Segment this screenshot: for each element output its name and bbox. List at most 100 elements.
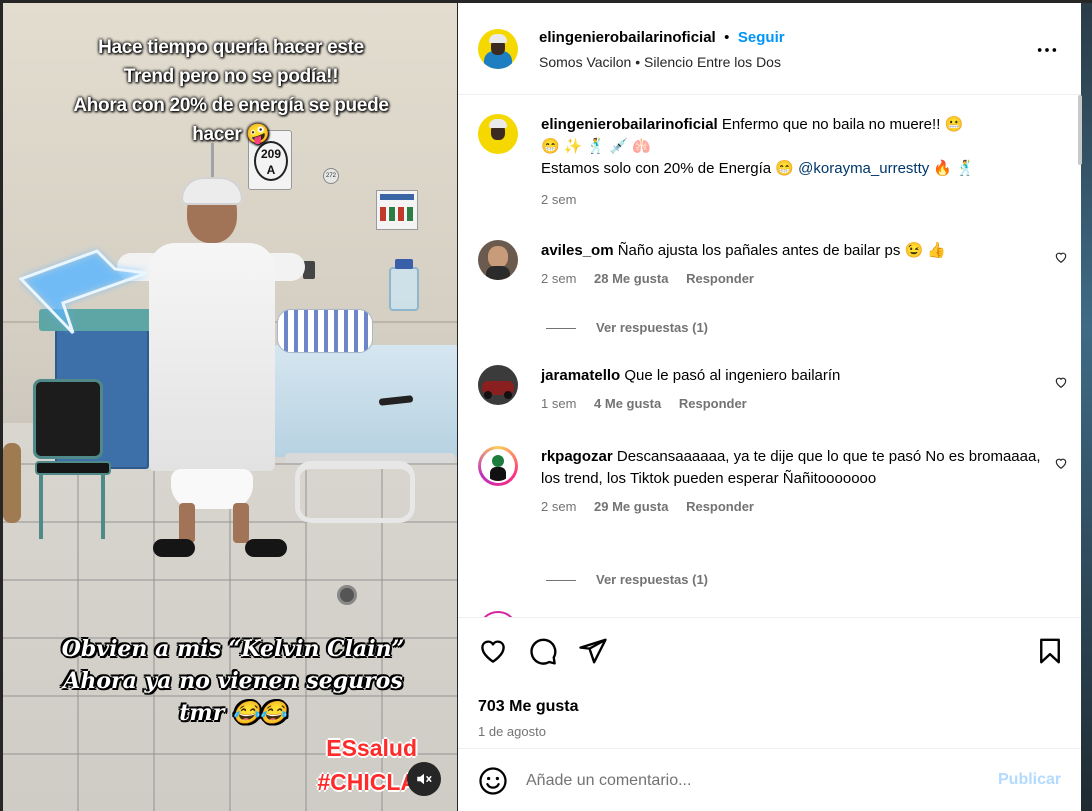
comment-icon[interactable]: [528, 636, 558, 666]
tag-line: #CHICLA: [317, 769, 417, 795]
bed-wheel: [337, 585, 357, 605]
avatar-shirt: [486, 266, 510, 280]
caption-line: Ahora ya no vienen seguros: [63, 668, 403, 694]
comment-username[interactable]: aviles_om: [541, 242, 614, 259]
share-icon[interactable]: [578, 636, 608, 666]
post-details-panel: elingenierobailarinoficial • Seguir Somo…: [458, 3, 1081, 811]
caption-line-3-prefix: Estamos solo con 20% de Energía 😁: [541, 160, 799, 177]
comments-list[interactable]: elingenierobailarinoficial Enfermo que n…: [458, 96, 1081, 617]
caption-username[interactable]: elingenierobailarinoficial: [541, 116, 718, 133]
person-leg: [233, 503, 249, 543]
reply-button[interactable]: Responder: [686, 499, 754, 514]
person-slipper: [153, 539, 195, 557]
comment-body: jaramatello Que le pasó al ingeniero bai…: [541, 365, 1041, 411]
dancing-person: [113, 173, 309, 565]
header-separator: •: [724, 29, 730, 46]
caption-line: Obvien a mis “Kelvin Clain”: [61, 636, 405, 662]
follow-button[interactable]: Seguir: [738, 29, 785, 46]
tag-line: ESsalud: [326, 735, 417, 761]
comment-composer: Publicar: [458, 748, 1081, 811]
door-number-sign: 272: [323, 168, 339, 184]
like-comment-icon[interactable]: [1054, 250, 1068, 264]
caption-line: Ahora con 20% de energía se puede: [73, 95, 389, 116]
like-comment-icon[interactable]: [1054, 375, 1068, 389]
post-video[interactable]: 209 A 272 Hace tiempo quería hacer este …: [3, 3, 457, 811]
comment-username[interactable]: rkpagozar: [541, 448, 613, 465]
comment-input[interactable]: [526, 767, 986, 795]
avatar-body: [490, 467, 506, 481]
caption-line-3: Estamos solo con 20% de Energía 😁 @koray…: [541, 158, 1041, 180]
post-modal: 209 A 272 Hace tiempo quería hacer este …: [0, 0, 1092, 811]
publish-button[interactable]: Publicar: [998, 771, 1061, 789]
post-header: elingenierobailarinoficial • Seguir Somo…: [458, 3, 1081, 95]
surgical-cap: [181, 177, 243, 205]
comment-body: aviles_om Ñaño ajusta los pañales antes …: [541, 240, 1041, 286]
reply-button[interactable]: Responder: [686, 271, 754, 286]
bed-rail: [295, 461, 415, 523]
commenter-avatar: [481, 449, 515, 483]
avatar-wheel: [484, 391, 492, 399]
comment-text-line: aviles_om Ñaño ajusta los pañales antes …: [541, 240, 1041, 262]
teddy-bear: [3, 443, 21, 523]
wall-notice: [376, 190, 418, 230]
like-comment-icon[interactable]: [1054, 456, 1068, 470]
author-avatar[interactable]: [478, 29, 518, 69]
comment-meta: 2 sem 29 Me gusta Responder: [541, 499, 1041, 514]
comment-time[interactable]: 1 sem: [541, 396, 576, 411]
audio-track[interactable]: Somos Vacilon • Silencio Entre los Dos: [539, 54, 781, 70]
reply-button[interactable]: Responder: [679, 396, 747, 411]
commenter-avatar[interactable]: [478, 240, 518, 280]
commenter-avatar[interactable]: [478, 365, 518, 405]
caption-time[interactable]: 2 sem: [541, 192, 576, 207]
caption-text: elingenierobailarinoficial Enfermo que n…: [541, 114, 1041, 136]
avatar-helmet: [489, 34, 507, 43]
author-avatar[interactable]: [478, 114, 518, 154]
glowing-arrow-icon: [18, 249, 148, 335]
likes-count[interactable]: 703 Me gusta: [478, 698, 578, 716]
emoji-icon[interactable]: [478, 766, 508, 796]
comment-meta: 2 sem 28 Me gusta Responder: [541, 271, 1041, 286]
location-tag: ESsalud #CHICLA: [297, 731, 417, 799]
caption-body: elingenierobailarinoficial Enfermo que n…: [541, 114, 1041, 207]
mute-button[interactable]: [407, 762, 441, 796]
comment-text: Descansaaaaaa, ya te dije que lo que te …: [541, 448, 1041, 487]
view-replies-button[interactable]: Ver respuestas (1): [546, 320, 708, 335]
more-options-icon[interactable]: [1036, 39, 1058, 61]
bookmark-icon[interactable]: [1035, 636, 1065, 666]
comment-likes[interactable]: 29 Me gusta: [594, 499, 668, 514]
scrollbar-thumb[interactable]: [1078, 95, 1082, 165]
caption-mention[interactable]: @korayma_urrestty: [798, 160, 929, 177]
view-replies-button[interactable]: Ver respuestas (1): [546, 572, 708, 587]
post-actions: 703 Me gusta 1 de agosto: [458, 617, 1081, 747]
chair-leg: [39, 475, 43, 539]
comment-text: Ñaño ajusta los pañales antes de bailar …: [617, 242, 947, 259]
chair: [33, 379, 111, 539]
speaker-muted-icon: [417, 773, 432, 785]
author-username[interactable]: elingenierobailarinoficial: [539, 29, 716, 46]
comment-likes[interactable]: 28 Me gusta: [594, 271, 668, 286]
comment-time[interactable]: 2 sem: [541, 271, 576, 286]
comment-text-line: jaramatello Que le pasó al ingeniero bai…: [541, 365, 1041, 387]
comment-body: rkpagozar Descansaaaaaa, ya te dije que …: [541, 446, 1041, 514]
caption-meta: 2 sem: [541, 192, 1041, 207]
chair-seat: [35, 461, 111, 475]
hospital-gown: [149, 243, 275, 471]
caption-line: Trend pero no se podía!!: [123, 66, 339, 87]
comment-time[interactable]: 2 sem: [541, 499, 576, 514]
post-date[interactable]: 1 de agosto: [478, 724, 546, 739]
heart-icon[interactable]: [478, 636, 508, 666]
commenter-avatar-story-ring[interactable]: [478, 446, 518, 486]
chair-back: [33, 379, 103, 459]
background-page-edge: [1081, 3, 1092, 811]
video-caption-bottom: Obvien a mis “Kelvin Clain” Ahora ya no …: [33, 633, 433, 729]
comment-username[interactable]: jaramatello: [541, 367, 620, 384]
comment-meta: 1 sem 4 Me gusta Responder: [541, 396, 1041, 411]
comment-likes[interactable]: 4 Me gusta: [594, 396, 661, 411]
caption-line: hacer 🤪: [192, 124, 270, 145]
avatar-face: [488, 246, 508, 268]
chair-leg: [101, 475, 105, 539]
avatar-wheel: [504, 391, 512, 399]
comment-text-line: rkpagozar Descansaaaaaa, ya te dije que …: [541, 446, 1041, 490]
person-slipper: [245, 539, 287, 557]
caption-line-2: 😁 ✨ 🕺 💉 🫁: [541, 138, 652, 155]
